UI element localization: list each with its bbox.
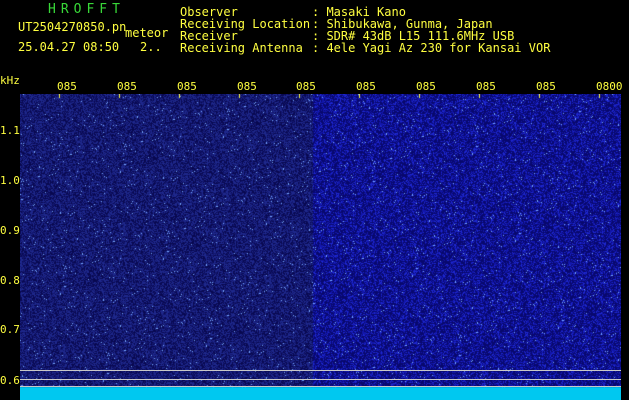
info-value-antenna: : 4ele Yagi Az 230 for Kansai VOR: [312, 41, 551, 55]
grid-line: [20, 379, 621, 380]
y-axis-unit: kHz: [0, 74, 20, 87]
y-tick-label: 0.7: [0, 323, 20, 336]
file-tag: meteor: [125, 26, 169, 40]
x-tick-label: 085: [237, 80, 257, 93]
spectrogram-plot[interactable]: [20, 94, 621, 400]
info-label-antenna: Receiving Antenna: [180, 41, 303, 55]
hrofft-window: HROFFT UT2504270850.pn meteor 25.04.27 0…: [0, 0, 629, 400]
x-tick-label: 085: [476, 80, 496, 93]
y-tick-label: 1.1: [0, 124, 20, 137]
x-tick-label: 085: [356, 80, 376, 93]
y-tick-label: 1.0: [0, 174, 20, 187]
file-name: UT2504270850.pn: [18, 20, 127, 34]
x-tick-label: 0800: [596, 80, 623, 93]
file-index: 2..: [140, 40, 162, 54]
x-tick-label: 085: [296, 80, 316, 93]
x-tick-label: 085: [177, 80, 197, 93]
y-tick-label: 0.9: [0, 224, 20, 237]
file-datetime: 25.04.27 08:50: [18, 40, 120, 54]
x-tick-label: 085: [416, 80, 436, 93]
x-tick-label: 085: [536, 80, 556, 93]
grid-line: [20, 370, 621, 371]
y-tick-label: 0.6: [0, 374, 20, 387]
x-tick-label: 085: [117, 80, 137, 93]
app-title: HROFFT: [48, 2, 125, 17]
grid-line: [20, 386, 621, 387]
y-tick-label: 0.8: [0, 274, 20, 287]
x-tick-label: 085: [57, 80, 77, 93]
